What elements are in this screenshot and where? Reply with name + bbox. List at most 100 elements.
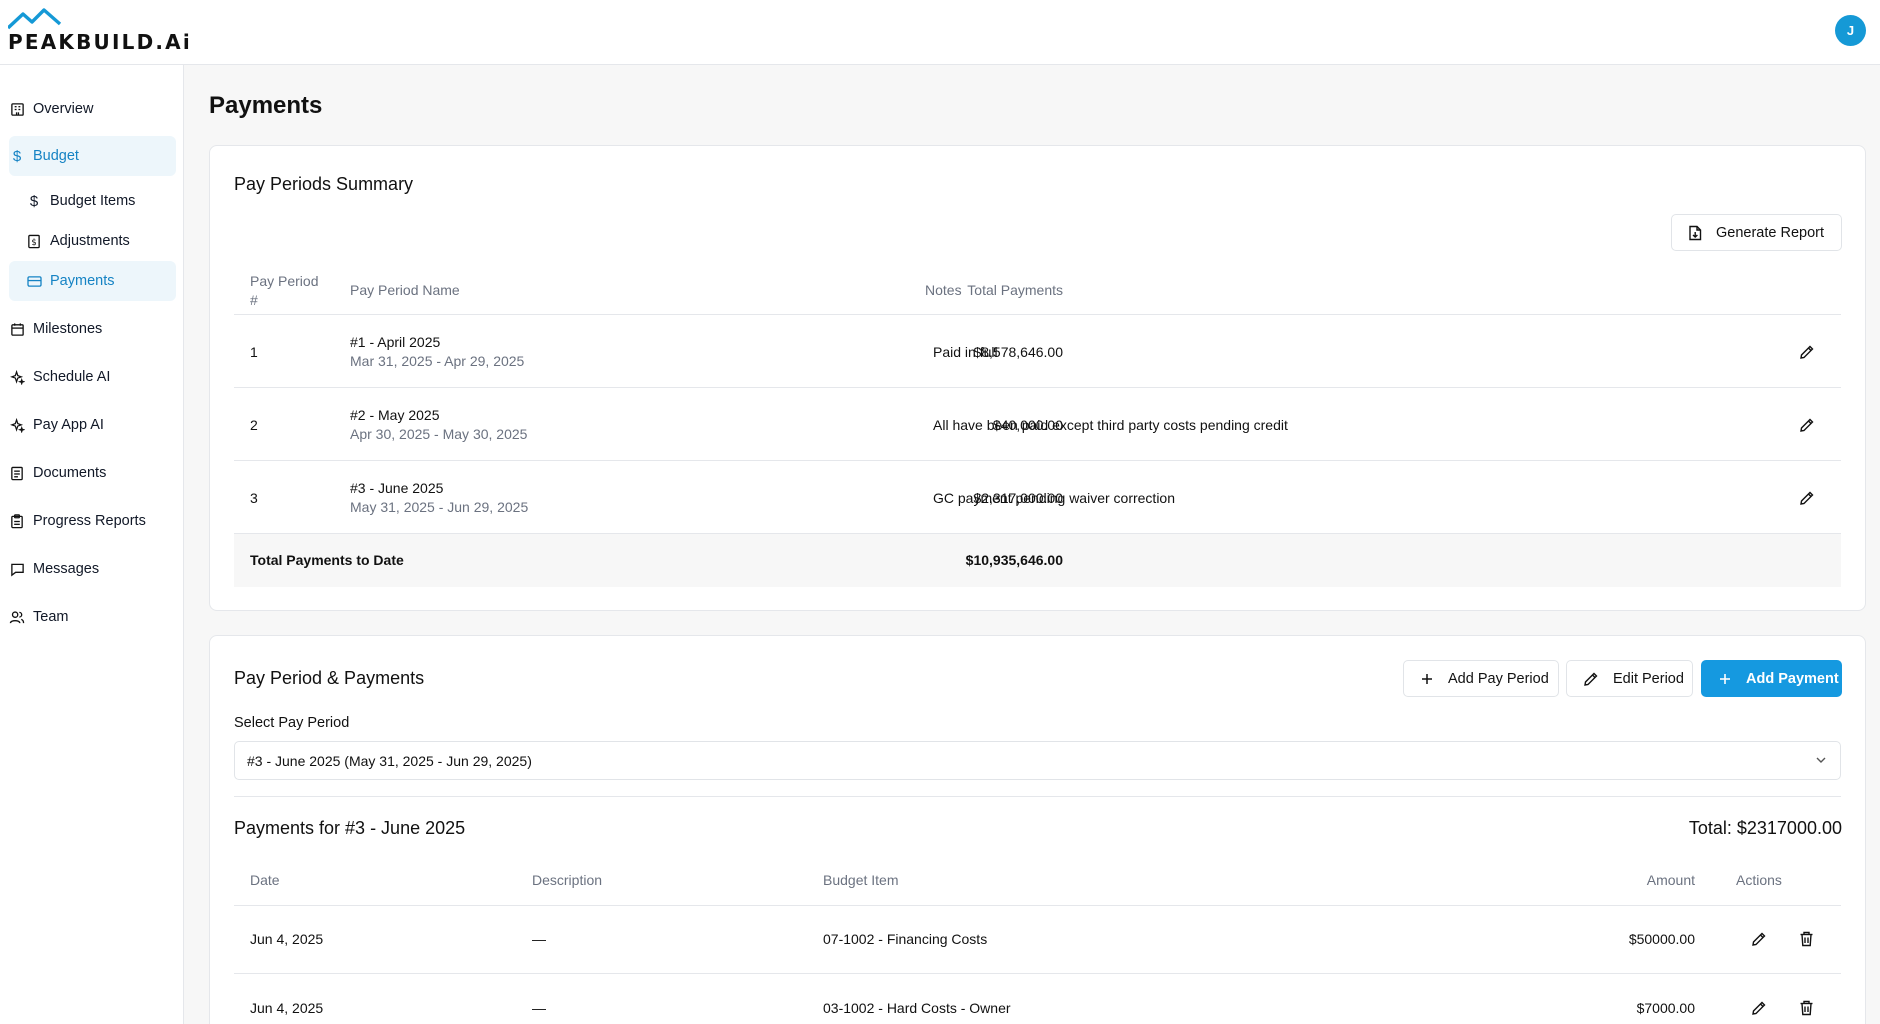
- pencil-icon: [1583, 671, 1599, 687]
- edit-pencil-icon[interactable]: [1797, 488, 1817, 508]
- sidebar-item-label: Team: [33, 609, 69, 625]
- payment-description: —: [532, 1000, 546, 1016]
- clipboard-icon: [9, 513, 25, 529]
- sidebar-item-milestones[interactable]: Milestones: [9, 309, 176, 349]
- payment-budget-item: 03-1002 - Hard Costs - Owner: [823, 1000, 1011, 1016]
- pay-period-name: #2 - May 2025: [350, 407, 440, 423]
- sidebar-item-label: Schedule AI: [33, 369, 111, 385]
- edit-period-button[interactable]: Edit Period: [1566, 660, 1693, 697]
- divider: [234, 905, 1841, 906]
- calendar-icon: [9, 321, 25, 337]
- brand-logo[interactable]: PEAKBUILD.Ai: [8, 8, 190, 54]
- sidebar-item-budget-items[interactable]: $ Budget Items: [9, 181, 176, 221]
- add-pay-period-button[interactable]: Add Pay Period: [1403, 660, 1559, 697]
- divider: [234, 796, 1841, 797]
- pay-periods-summary-card: Pay Periods Summary Generate Report Pay …: [209, 145, 1866, 611]
- chevron-down-icon: [1814, 753, 1828, 770]
- sidebar-item-label: Documents: [33, 465, 107, 481]
- sidebar: Overview $ Budget $ Budget Items $ Adjus…: [0, 65, 184, 1024]
- edit-pencil-icon[interactable]: [1797, 415, 1817, 435]
- card-title: Pay Periods Summary: [234, 174, 414, 194]
- users-icon: [9, 609, 25, 625]
- dollar-icon: $: [29, 192, 39, 210]
- plus-icon: [1718, 672, 1732, 686]
- sparkles-icon: [9, 369, 25, 385]
- edit-pencil-icon[interactable]: [1749, 929, 1769, 949]
- trash-icon[interactable]: [1796, 998, 1816, 1018]
- button-label: Add Pay Period: [1448, 670, 1549, 687]
- brand-name: PEAKBUILD.Ai: [8, 30, 192, 54]
- sidebar-item-adjustments[interactable]: $ Adjustments: [9, 221, 176, 261]
- column-header-actions: Actions: [1736, 872, 1782, 888]
- generate-report-button[interactable]: Generate Report: [1671, 214, 1842, 251]
- payment-amount: $50000.00: [1628, 931, 1695, 947]
- sidebar-item-overview[interactable]: Overview: [9, 89, 176, 129]
- add-payment-button[interactable]: Add Payment: [1701, 660, 1842, 697]
- edit-pencil-icon[interactable]: [1749, 998, 1769, 1018]
- pay-period-range: May 31, 2025 - Jun 29, 2025: [350, 499, 529, 515]
- sidebar-item-label: Adjustments: [50, 233, 130, 249]
- sidebar-item-progress-reports[interactable]: Progress Reports: [9, 501, 176, 541]
- building-icon: [9, 101, 25, 117]
- total-value: $10,935,646.00: [965, 552, 1063, 568]
- sparkles-icon: [9, 417, 25, 433]
- divider: [234, 973, 1841, 974]
- svg-text:$: $: [31, 236, 36, 246]
- payment-date: Jun 4, 2025: [250, 1000, 324, 1016]
- column-header-amount: Amount: [1646, 872, 1695, 888]
- trash-icon[interactable]: [1796, 929, 1816, 949]
- payment-description: —: [532, 931, 546, 947]
- sidebar-item-label: Budget Items: [50, 193, 136, 209]
- pay-period-select[interactable]: #3 - June 2025 (May 31, 2025 - Jun 29, 2…: [234, 741, 1841, 780]
- plus-icon: [1420, 672, 1434, 686]
- column-header-date: Date: [250, 872, 280, 888]
- edit-pencil-icon[interactable]: [1797, 342, 1817, 362]
- document-icon: [9, 465, 25, 481]
- sidebar-item-pay-app-ai[interactable]: Pay App AI: [9, 405, 176, 445]
- notes: Paid in full: [933, 344, 998, 360]
- payments-total: Total: $2317000.00: [1688, 818, 1842, 838]
- button-label: Edit Period: [1613, 670, 1684, 687]
- payment-date: Jun 4, 2025: [250, 931, 324, 947]
- pay-period-number: 1: [250, 344, 258, 360]
- divider: [234, 314, 1841, 315]
- pay-period-name: #1 - April 2025: [350, 334, 441, 350]
- divider: [234, 460, 1841, 461]
- pay-period-range: Apr 30, 2025 - May 30, 2025: [350, 426, 528, 442]
- card-title: Pay Period & Payments: [234, 668, 425, 688]
- sidebar-item-budget[interactable]: $ Budget: [9, 136, 176, 176]
- sidebar-item-messages[interactable]: Messages: [9, 549, 176, 589]
- column-header-pay-period-name: Pay Period Name: [350, 282, 460, 298]
- column-header-pay-period-num: Pay Period #: [250, 273, 319, 308]
- page-title: Payments: [209, 92, 323, 119]
- sidebar-item-label: Overview: [33, 101, 94, 117]
- sidebar-item-payments[interactable]: Payments: [9, 261, 176, 301]
- divider: [234, 387, 1841, 388]
- sidebar-item-label: Pay App AI: [33, 417, 104, 433]
- selected-value: #3 - June 2025 (May 31, 2025 - Jun 29, 2…: [247, 753, 532, 769]
- pay-period-number: 2: [250, 417, 258, 433]
- top-header: PEAKBUILD.Ai J: [0, 0, 1880, 65]
- pay-period-number: 3: [250, 490, 258, 506]
- notes: GC payment pending waiver correction: [933, 490, 1176, 506]
- button-label: Generate Report: [1716, 224, 1825, 241]
- user-avatar[interactable]: J: [1835, 15, 1866, 46]
- sidebar-item-label: Milestones: [33, 321, 103, 337]
- pay-period-name: #3 - June 2025: [350, 480, 444, 496]
- dollar-icon: $: [12, 147, 22, 165]
- sidebar-item-schedule-ai[interactable]: Schedule AI: [9, 357, 176, 397]
- payment-amount: $7000.00: [1636, 1000, 1695, 1016]
- credit-card-icon: [26, 273, 42, 289]
- column-header-description: Description: [532, 872, 603, 888]
- pay-period-payments-card: Pay Period & Payments Add Pay Period Edi…: [209, 635, 1866, 1024]
- sidebar-item-documents[interactable]: Documents: [9, 453, 176, 493]
- pay-period-range: Mar 31, 2025 - Apr 29, 2025: [350, 353, 525, 369]
- total-label: Total Payments to Date: [250, 552, 404, 568]
- sidebar-item-label: Payments: [50, 273, 115, 289]
- select-pay-period-label: Select Pay Period: [234, 715, 350, 731]
- notes: All have been paid except third party co…: [933, 417, 1288, 433]
- sidebar-item-team[interactable]: Team: [9, 597, 176, 637]
- payment-budget-item: 07-1002 - Financing Costs: [823, 931, 988, 947]
- sidebar-item-label: Budget: [33, 148, 79, 164]
- receipt-icon: $: [26, 233, 42, 249]
